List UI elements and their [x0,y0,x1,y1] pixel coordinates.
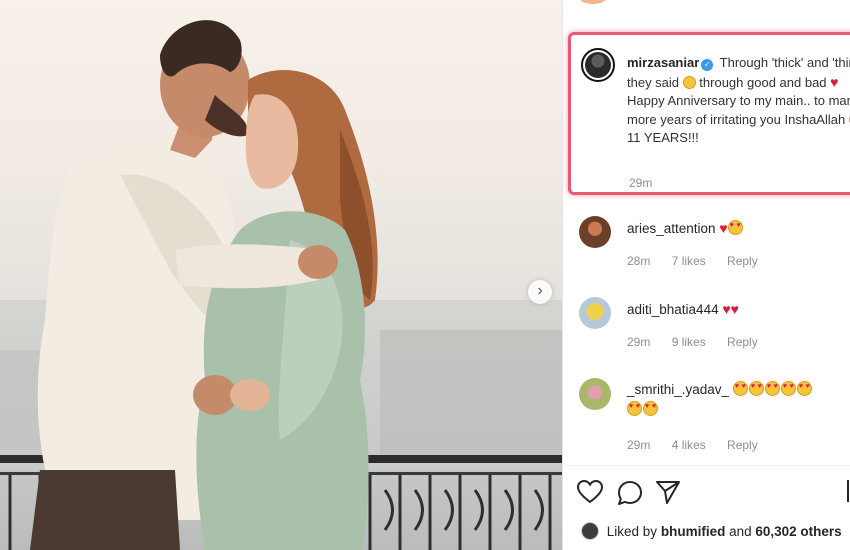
comment-meta: 28m 7 likes Reply [627,254,776,268]
reply-button[interactable]: Reply [727,254,758,268]
author-username[interactable]: mirzasaniar [627,55,699,70]
comment-time: 29m [627,438,651,452]
caption-part: 11 YEARS!!! [627,130,699,145]
tongue-emoji-icon [682,75,696,89]
comment-meta: 29m 4 likes Reply [627,438,776,452]
liked-by-joiner: and [729,524,752,539]
comment-likes[interactable]: 4 likes [672,438,706,452]
commenter-avatar[interactable] [579,378,611,410]
red-heart-icon: ♥ [730,301,739,317]
verified-badge-icon: ✓ [701,59,714,71]
heart-eyes-emoji-icon [643,401,658,416]
commenter-username[interactable]: aries_attention [627,221,716,236]
heart-eyes-emoji-icon [732,381,748,396]
paper-plane-icon[interactable] [655,480,681,504]
caption-timestamp: 29m [629,176,653,190]
red-heart-icon: ♥ [719,220,728,236]
comment-meta: 29m 9 likes Reply [627,335,776,349]
red-heart-icon: ♥ [722,301,731,317]
heart-eyes-emoji-icon [796,381,812,396]
heart-eyes-emoji-icon [727,220,743,235]
commenter-username[interactable]: _smrithi_.yadav_ [627,382,729,397]
liked-by-count[interactable]: 60,302 others [755,524,841,539]
post-actions-bar: Liked by bhumified and 60,302 others [563,465,850,550]
reply-button[interactable]: Reply [727,335,758,349]
comment-likes[interactable]: 9 likes [672,335,706,349]
red-heart-icon: ♥ [830,73,839,90]
heart-eyes-emoji-icon [764,381,780,396]
heart-eyes-emoji-icon [627,401,642,416]
next-photo-button[interactable]: › [528,280,552,304]
liked-by-prefix: Liked by [606,524,658,539]
comment-body: aditi_bhatia444 ♥♥ [627,299,850,320]
author-avatar[interactable] [581,48,615,82]
heart-eyes-emoji-icon [780,381,796,396]
comment-body: aries_attention ♥ [627,218,850,239]
speech-bubble-icon[interactable] [617,480,643,506]
commenter-avatar[interactable] [579,297,611,329]
comment-time: 28m [627,254,651,268]
reply-button[interactable]: Reply [727,438,758,452]
avatar [581,522,599,540]
couple-photo-illustration [0,20,562,550]
comment-likes[interactable]: 7 likes [672,254,706,268]
liked-by-username[interactable]: bhumified [661,524,726,539]
comment-body: _smrithi_.yadav_ [627,380,850,420]
post-photo: › [0,0,562,550]
post-side-panel: mirzasaniar ✓ Through 'thick' and 'thin' … [562,0,850,550]
commenter-username[interactable]: aditi_bhatia444 [627,302,719,317]
heart-outline-icon[interactable] [577,480,603,504]
caption-part: Happy Anniversary to my main.. to many m… [627,93,850,127]
avatar [579,0,607,4]
caption-part: through good and bad [699,74,827,90]
liked-by-summary[interactable]: Liked by bhumified and 60,302 others [581,522,842,540]
post-caption: mirzasaniar ✓ Through 'thick' and 'thin' … [568,32,850,195]
heart-eyes-emoji-icon [748,381,764,396]
chevron-right-icon: › [537,282,543,299]
commenter-avatar[interactable] [579,216,611,248]
caption-text: mirzasaniar ✓ Through 'thick' and 'thin' … [627,54,850,148]
comment-time: 29m [627,335,651,349]
